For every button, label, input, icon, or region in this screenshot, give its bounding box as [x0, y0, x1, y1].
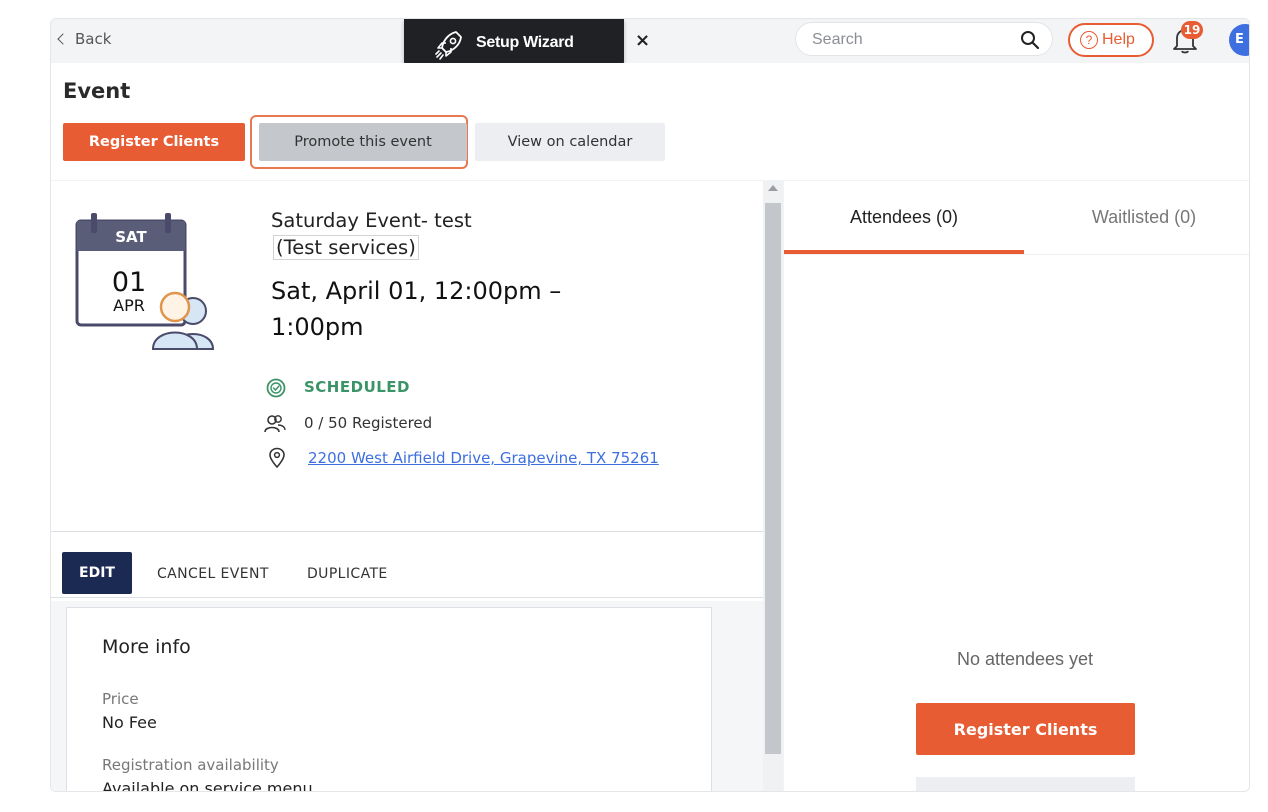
wizard-label: Setup Wizard — [476, 34, 574, 51]
availability-value: Available on service menu — [102, 779, 313, 791]
calendar-event-icon: SAT 01 APR — [73, 211, 218, 355]
tab-divider — [784, 254, 1249, 255]
divider — [51, 531, 763, 532]
page-title: Event — [63, 79, 131, 103]
event-services: (Test services) — [273, 235, 419, 260]
price-value: No Fee — [102, 713, 157, 732]
calendar-date: 01 — [112, 267, 146, 298]
edit-button[interactable]: EDIT — [62, 552, 132, 594]
rocket-icon — [434, 29, 464, 66]
help-label: Help — [1102, 31, 1135, 48]
avatar[interactable]: E — [1229, 24, 1249, 56]
scrollbar[interactable] — [763, 181, 783, 791]
event-details-panel: SAT 01 APR Saturday Event- test (Test se… — [51, 181, 763, 791]
more-info-card: More info Price No Fee Registration avai… — [66, 607, 712, 791]
search-icon[interactable] — [1020, 30, 1040, 54]
scrollbar-thumb[interactable] — [765, 203, 781, 754]
status-badge: SCHEDULED — [304, 378, 410, 396]
setup-wizard-button[interactable]: Setup Wizard — [404, 19, 624, 69]
app-frame: Back Setup Wizard × Search ? Help 19 E E… — [50, 18, 1250, 792]
event-name: Saturday Event- test — [271, 209, 472, 232]
question-icon: ? — [1080, 31, 1098, 49]
tab-attendees[interactable]: Attendees (0) — [784, 181, 1024, 253]
notification-badge: 19 — [1181, 21, 1203, 39]
divider — [51, 597, 763, 598]
cancel-event-button[interactable]: CANCEL EVENT — [157, 566, 269, 582]
register-clients-button[interactable]: Register Clients — [63, 123, 245, 161]
chevron-left-icon — [57, 33, 69, 45]
back-link[interactable]: Back — [57, 30, 112, 48]
price-label: Price — [102, 690, 139, 708]
empty-state-text: No attendees yet — [956, 649, 1094, 669]
back-label: Back — [75, 30, 112, 48]
calendar-month: APR — [113, 296, 145, 315]
calendar-day: SAT — [115, 228, 147, 246]
promote-event-button[interactable]: Promote this event — [259, 123, 467, 161]
location-pin-icon — [268, 447, 286, 473]
tab-waitlisted[interactable]: Waitlisted (0) — [1024, 181, 1249, 253]
help-button[interactable]: ? Help — [1068, 23, 1154, 57]
attendees-panel: Attendees (0) Waitlisted (0) No attendee… — [784, 181, 1249, 791]
scroll-up-icon[interactable] — [768, 185, 778, 191]
duplicate-button[interactable]: DUPLICATE — [307, 566, 388, 582]
top-bar: Back Setup Wizard × Search ? Help 19 E — [51, 19, 1249, 69]
check-circle-icon — [265, 377, 287, 403]
secondary-button[interactable] — [916, 777, 1135, 791]
view-calendar-button[interactable]: View on calendar — [475, 123, 665, 161]
search-input[interactable] — [810, 30, 1014, 50]
people-icon — [263, 413, 287, 439]
close-icon[interactable]: × — [635, 30, 650, 51]
page-header: Event Register Clients Promote this even… — [51, 63, 1249, 180]
register-clients-button[interactable]: Register Clients — [916, 703, 1135, 755]
event-datetime: Sat, April 01, 12:00pm – 1:00pm — [271, 277, 562, 341]
more-info-title: More info — [102, 636, 191, 658]
registered-count: 0 / 50 Registered — [304, 414, 433, 432]
search-box — [795, 22, 1053, 56]
address-link[interactable]: 2200 West Airfield Drive, Grapevine, TX … — [308, 449, 659, 467]
availability-label: Registration availability — [102, 756, 279, 774]
